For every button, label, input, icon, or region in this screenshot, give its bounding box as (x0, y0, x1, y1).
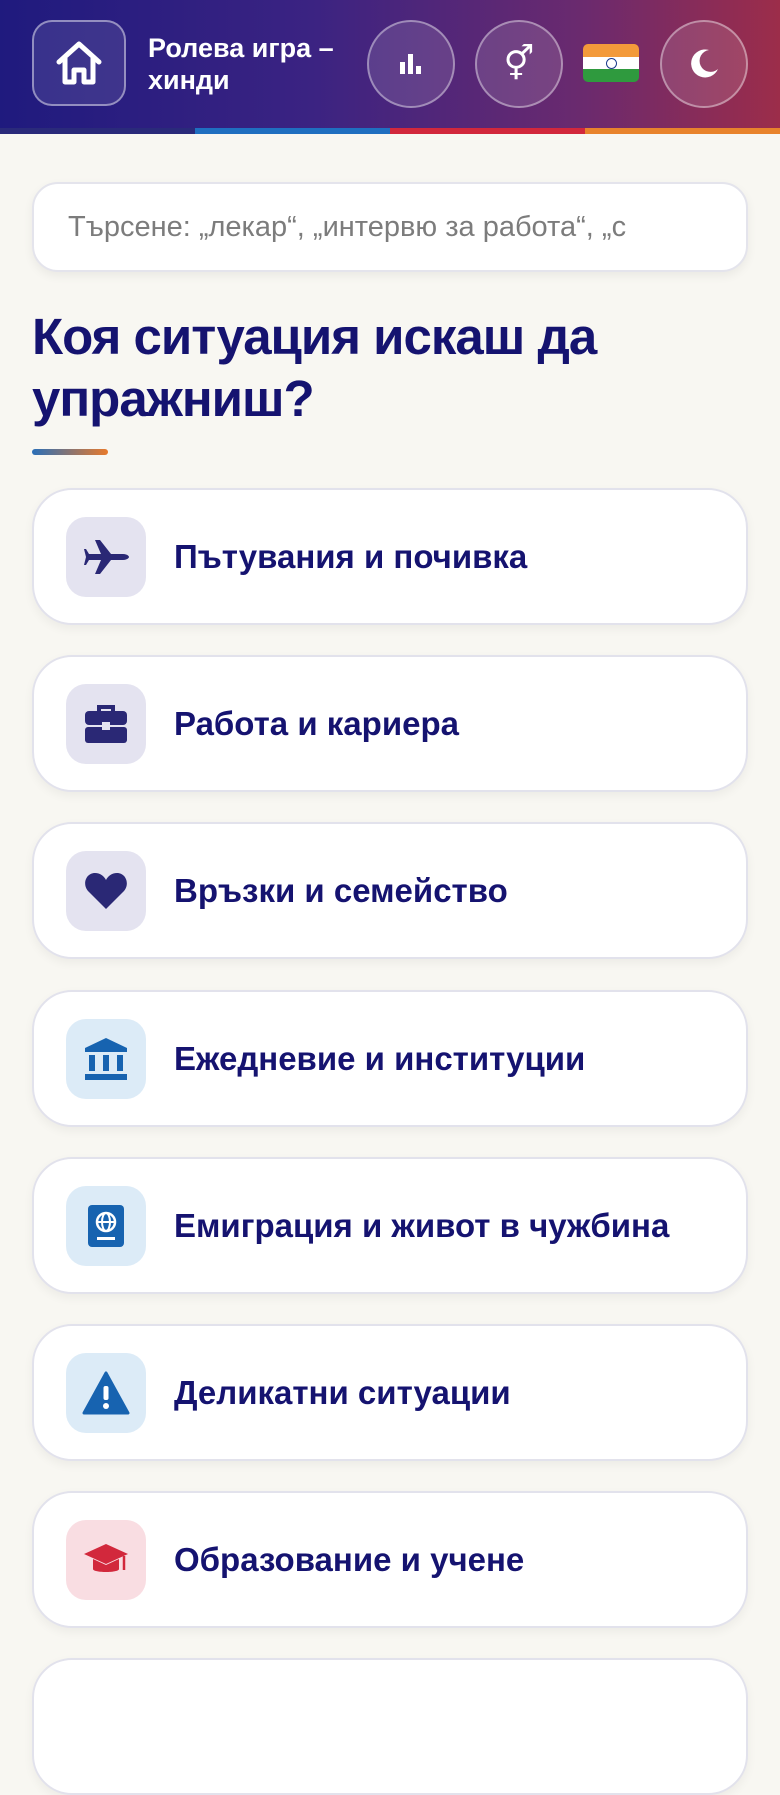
category-label: Емиграция и живот в чужбина (174, 1207, 670, 1244)
category-label: Ежедневие и институции (174, 1040, 586, 1077)
category-card-work[interactable]: Работа и кариера (32, 655, 748, 792)
category-label: Връзки и семейство (174, 872, 508, 909)
category-card-sensitive[interactable]: Деликатни ситуации (32, 1324, 748, 1461)
category-label: Образование и учене (174, 1541, 525, 1578)
app-title: Ролева игра – хинди (148, 33, 334, 95)
category-card-more[interactable] (32, 1658, 748, 1795)
home-button[interactable] (32, 20, 126, 106)
category-label: Работа и кариера (174, 705, 459, 742)
theme-toggle-button[interactable] (660, 20, 748, 108)
passport-icon (66, 1186, 146, 1266)
graduation-cap-icon (66, 1520, 146, 1600)
top-bar: Ролева игра – хинди ⚥ (0, 0, 780, 128)
gender-button[interactable]: ⚥ (475, 20, 563, 108)
airplane-icon (66, 517, 146, 597)
page-heading: Коя ситуация искаш да упражниш? (32, 308, 597, 427)
category-card-travel[interactable]: Пътувания и почивка (32, 488, 748, 625)
heart-icon (66, 851, 146, 931)
category-card-relationships[interactable]: Връзки и семейство (32, 822, 748, 959)
moon-icon (691, 49, 718, 78)
search-box[interactable] (32, 182, 748, 272)
warning-icon (66, 1353, 146, 1433)
header-stripes (0, 128, 780, 134)
search-input[interactable] (66, 209, 684, 245)
category-card-daily-life[interactable]: Ежедневие и институции (32, 990, 748, 1127)
category-label: Пътувания и почивка (174, 538, 528, 575)
bar-chart-icon (400, 54, 421, 74)
stats-button[interactable] (367, 20, 455, 108)
briefcase-icon (66, 684, 146, 764)
india-flag[interactable] (583, 44, 639, 82)
category-label: Деликатни ситуации (174, 1374, 511, 1411)
home-icon (56, 41, 102, 85)
heading-underline (32, 449, 108, 455)
category-card-education[interactable]: Образование и учене (32, 1491, 748, 1628)
bank-icon (66, 1019, 146, 1099)
gender-icon: ⚥ (503, 45, 535, 83)
category-card-emigration[interactable]: Емиграция и живот в чужбина (32, 1157, 748, 1294)
